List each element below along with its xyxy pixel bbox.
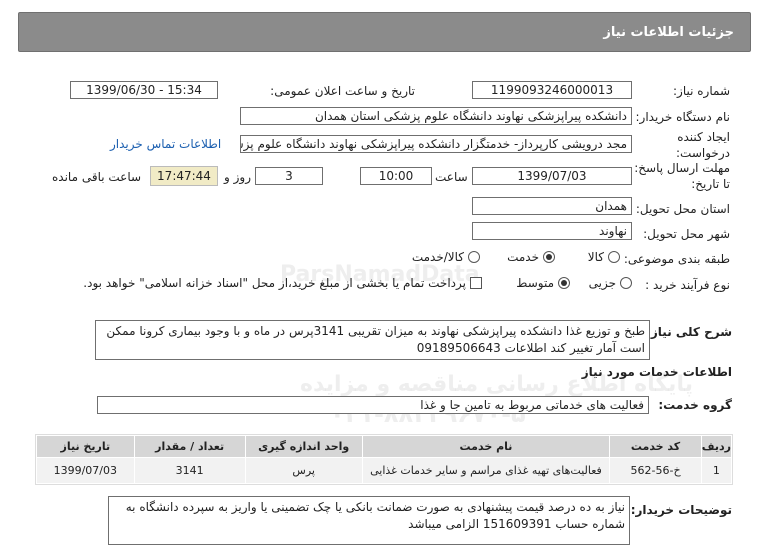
- deadline-time-field: 10:00: [360, 167, 432, 185]
- deadline-label-1: مهلت ارسال پاسخ:: [634, 161, 730, 175]
- need-number-field: 1199093246000013: [472, 81, 632, 99]
- treasury-payment-label: پرداخت تمام یا بخشی از مبلغ خرید،از محل …: [83, 276, 466, 290]
- process-option-minor[interactable]: جزیی: [589, 276, 632, 290]
- cell-need-date: 1399/07/03: [36, 457, 135, 484]
- delivery-province-label: استان محل تحویل:: [635, 202, 730, 216]
- category-goods-radio[interactable]: [608, 251, 620, 263]
- cell-quantity: 3141: [133, 457, 246, 484]
- process-minor-radio[interactable]: [620, 277, 632, 289]
- col-header-service-code: کد خدمت: [609, 435, 702, 458]
- announce-date-field: 1399/06/30 - 15:34: [70, 81, 218, 99]
- col-header-need-date: تاریخ نیاز: [36, 435, 135, 458]
- service-group-label: گروه خدمت:: [658, 398, 732, 412]
- cell-row-number: 1: [700, 457, 733, 484]
- table-row: 1 خ-56-562 فعالیت‌های تهیه غذای مراسم و …: [36, 457, 733, 484]
- buyer-org-field: دانشکده پیراپزشکی نهاوند دانشگاه علوم پز…: [240, 107, 632, 125]
- deadline-label-2: تا تاریخ:: [691, 177, 730, 191]
- deadline-time-label: ساعت: [435, 170, 468, 184]
- page-title: جزئیات اطلاعات نیاز: [603, 25, 734, 40]
- category-goods-label: کالا: [587, 250, 604, 264]
- treasury-payment-option[interactable]: پرداخت تمام یا بخشی از مبلغ خرید،از محل …: [83, 276, 482, 290]
- cell-unit: پرس: [244, 457, 363, 484]
- category-label: طبقه بندی موضوعی:: [623, 252, 730, 266]
- category-option-goods[interactable]: کالا: [588, 250, 620, 264]
- buyer-contact-link[interactable]: اطلاعات تماس خریدار: [110, 137, 221, 151]
- items-table: ردیف کد خدمت نام خدمت واحد اندازه گیری ت…: [36, 435, 733, 484]
- process-medium-radio[interactable]: [558, 277, 570, 289]
- delivery-city-label: شهر محل تحویل:: [643, 227, 730, 241]
- requester-label-2: درخواست:: [676, 146, 730, 160]
- announce-date-label: تاریخ و ساعت اعلان عمومی:: [270, 84, 415, 98]
- page-header: جزئیات اطلاعات نیاز: [18, 12, 751, 52]
- col-header-service-name: نام خدمت: [361, 435, 611, 458]
- col-header-quantity: تعداد / مقدار: [133, 435, 246, 458]
- deadline-days-field: 3: [255, 167, 323, 185]
- cell-service-code: خ-56-562: [609, 457, 702, 484]
- description-label: شرح کلی نیاز:: [646, 325, 732, 339]
- cell-service-name: فعالیت‌های تهیه غذای مراسم و سایر خدمات …: [361, 457, 611, 484]
- service-group-field: فعالیت های خدماتی مربوط به تامین جا و غذ…: [97, 396, 649, 414]
- buyer-notes-field: نیاز به ده درصد قیمت پیشنهادی به صورت ضم…: [108, 496, 630, 545]
- remaining-time-field: 17:47:44: [150, 166, 218, 186]
- delivery-city-field: نهاوند: [472, 222, 632, 240]
- need-number-label: شماره نیاز:: [673, 84, 730, 98]
- col-header-row-number: ردیف: [700, 435, 733, 458]
- process-minor-label: جزیی: [588, 276, 616, 290]
- category-option-goods-service[interactable]: کالا/خدمت: [412, 250, 480, 264]
- buyer-org-label: نام دستگاه خریدار:: [635, 110, 731, 124]
- treasury-payment-checkbox[interactable]: [470, 277, 482, 289]
- requester-field: مجد درویشی کارپرداز- خدمتگزار دانشکده پی…: [240, 135, 632, 153]
- remaining-time-label: ساعت باقی مانده: [52, 170, 142, 184]
- process-medium-label: متوسط: [516, 276, 554, 290]
- category-goods-service-radio[interactable]: [468, 251, 480, 263]
- table-header-row: ردیف کد خدمت نام خدمت واحد اندازه گیری ت…: [36, 435, 733, 458]
- requester-label-1: ایجاد کننده: [677, 130, 730, 144]
- category-goods-service-label: کالا/خدمت: [411, 250, 464, 264]
- items-table-wrap: ردیف کد خدمت نام خدمت واحد اندازه گیری ت…: [35, 434, 733, 485]
- services-info-title: اطلاعات خدمات مورد نیاز: [581, 365, 732, 379]
- deadline-date-field: 1399/07/03: [472, 167, 632, 185]
- deadline-days-label: روز و: [224, 170, 251, 184]
- process-option-medium[interactable]: متوسط: [516, 276, 570, 290]
- category-service-radio[interactable]: [543, 251, 555, 263]
- delivery-province-field: همدان: [472, 197, 632, 215]
- buyer-notes-label: توضیحات خریدار:: [630, 503, 732, 517]
- category-option-service[interactable]: خدمت: [507, 250, 555, 264]
- description-field: طبخ و توزیع غذا دانشکده پیراپزشکی نهاوند…: [95, 320, 650, 360]
- col-header-unit: واحد اندازه گیری: [244, 435, 363, 458]
- process-label: نوع فرآیند خرید :: [645, 278, 730, 292]
- category-service-label: خدمت: [507, 250, 539, 264]
